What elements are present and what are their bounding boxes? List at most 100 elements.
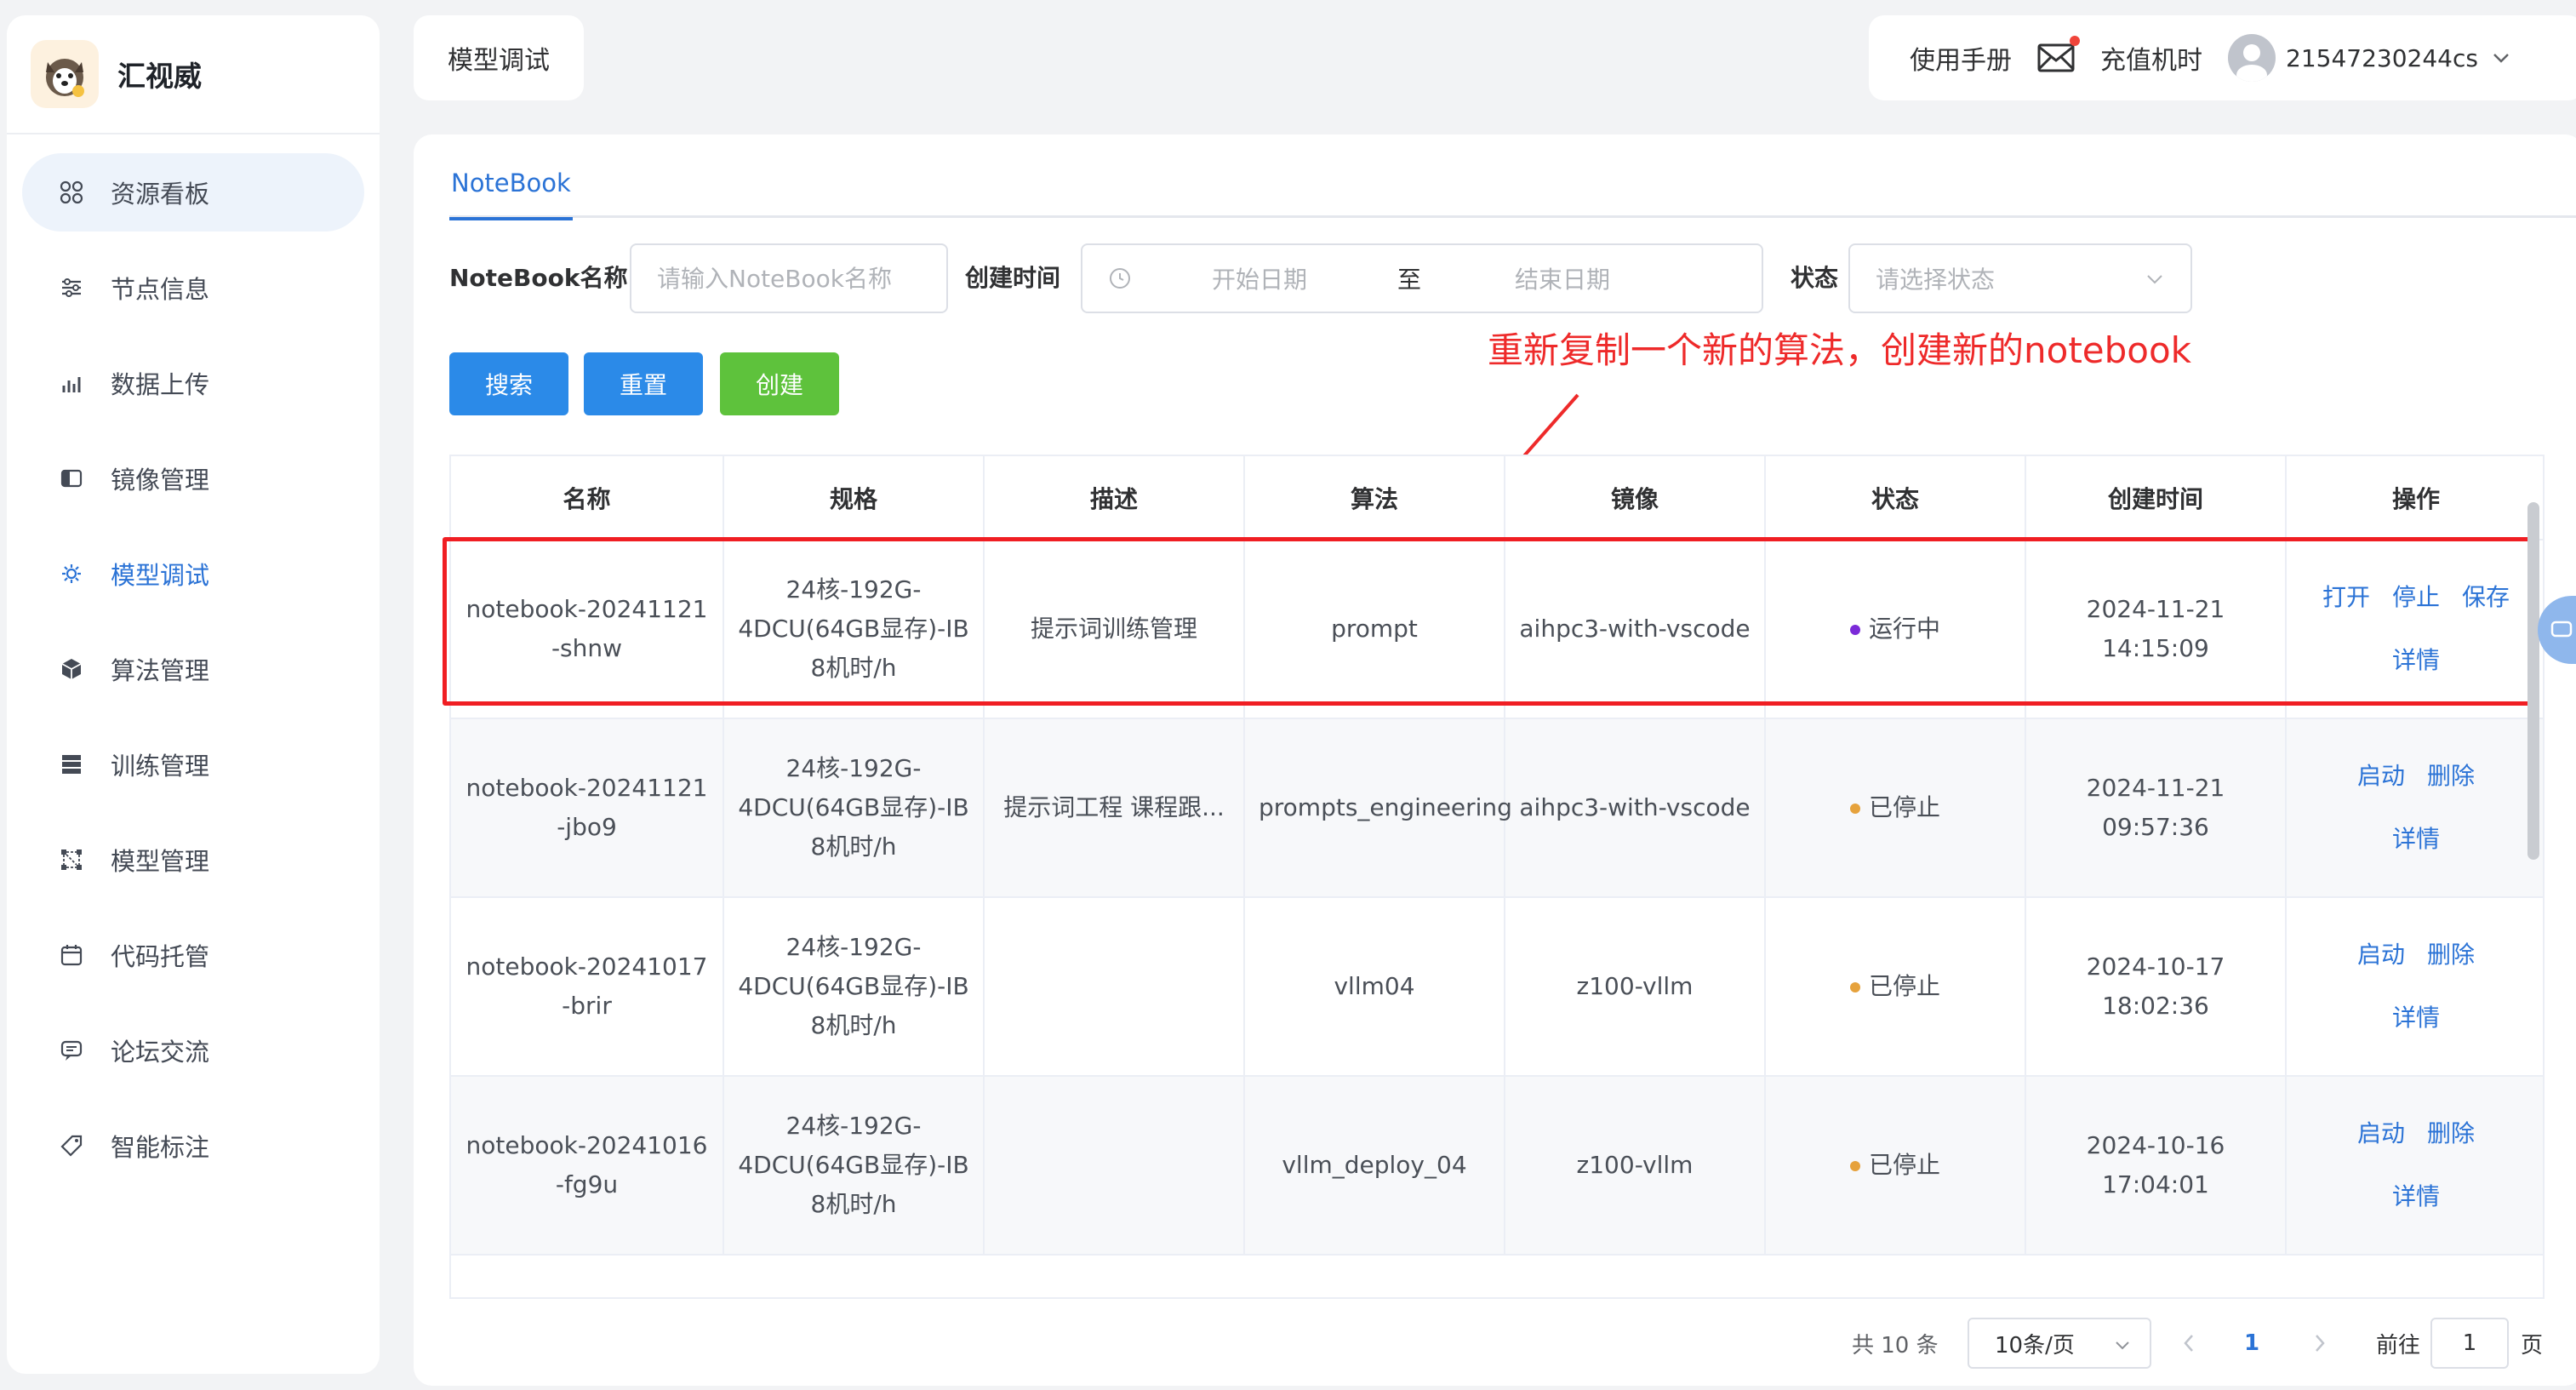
action-link[interactable]: 打开 — [2322, 578, 2370, 617]
column-header: 规格 — [723, 456, 985, 541]
table-scrollbar[interactable] — [2527, 502, 2539, 860]
cell-algorithm: prompt — [1244, 540, 1505, 719]
mail-button[interactable] — [2037, 36, 2080, 75]
action-link[interactable]: 保存 — [2462, 578, 2510, 617]
start-date-input[interactable]: 开始日期 — [1212, 261, 1307, 295]
sidebar-item-2[interactable]: 节点信息 — [22, 249, 364, 327]
sidebar-nav: 资源看板节点信息数据上传镜像管理模型调试算法管理训练管理模型管理代码托管论坛交流… — [7, 134, 380, 1185]
cell-algorithm: vllm_deploy_04 — [1244, 1076, 1505, 1256]
cell-image: aihpc3-with-vscode — [1505, 540, 1766, 719]
chat-icon — [58, 1037, 85, 1064]
cell-desc — [984, 1076, 1245, 1256]
sliders-icon — [58, 274, 85, 301]
column-header: 镜像 — [1505, 456, 1766, 541]
cell-desc: 提示词工程 课程跟... — [984, 718, 1245, 898]
chevron-down-icon[interactable] — [2492, 49, 2510, 67]
action-link[interactable]: 停止 — [2392, 578, 2440, 617]
reset-button[interactable]: 重置 — [584, 352, 703, 415]
page-size-value: 10条/页 — [1995, 1332, 2075, 1359]
status-placeholder: 请选择状态 — [1876, 266, 1996, 294]
sidebar-item-9[interactable]: 代码托管 — [22, 916, 364, 994]
status-dot-icon — [1849, 1161, 1860, 1171]
next-page-button[interactable] — [2303, 1318, 2337, 1369]
pagination-total: 共 10 条 — [1852, 1332, 1939, 1359]
notebook-table: 名称 规格 描述 算法 镜像 状态 创建时间 操作 notebook-20241121-shn… — [449, 455, 2545, 1299]
page-size-select[interactable]: 10条/页 — [1968, 1318, 2151, 1369]
sidebar-item-11[interactable]: 智能标注 — [22, 1107, 364, 1185]
notebook-name-field[interactable] — [630, 243, 948, 313]
recharge-link[interactable]: 充值机时 — [2100, 39, 2202, 77]
cell-image: z100-vllm — [1505, 897, 1766, 1077]
action-link[interactable]: 详情 — [2392, 641, 2440, 680]
sidebar-item-7[interactable]: 训练管理 — [22, 725, 364, 804]
action-link[interactable]: 删除 — [2427, 757, 2475, 796]
image-icon — [58, 465, 85, 492]
status-dot-icon — [1849, 804, 1860, 814]
end-date-input[interactable]: 结束日期 — [1515, 261, 1610, 295]
chevron-down-icon — [2145, 269, 2165, 289]
brand-logo-icon — [31, 40, 99, 108]
cell-actions: 启动 删除详情 — [2286, 1076, 2543, 1256]
breadcrumb-tab[interactable]: 模型调试 — [414, 15, 584, 100]
tab-bar: NoteBook — [449, 169, 2576, 220]
header-toolbar: 使用手册 充值机时 21547230244cs — [1869, 15, 2576, 100]
user-avatar-icon — [2236, 44, 2267, 82]
page-number-current[interactable]: 1 — [2235, 1318, 2269, 1369]
goto-label: 前往 — [2376, 1332, 2421, 1359]
table-row: notebook-20241017-brir 24核-192G-4DCU(64GB… — [451, 897, 2543, 1077]
chat-bubble-icon — [2550, 621, 2573, 638]
sidebar-item-3[interactable]: 数据上传 — [22, 344, 364, 422]
action-link[interactable]: 详情 — [2392, 1177, 2440, 1216]
cell-created-time: 2024-10-17 18:02:36 — [2025, 897, 2287, 1077]
action-link[interactable]: 启动 — [2357, 935, 2405, 975]
status-label: 状态 — [1791, 264, 1839, 292]
notification-dot — [2070, 36, 2080, 46]
create-button[interactable]: 创建 — [720, 352, 839, 415]
sidebar-item-label: 代码托管 — [111, 942, 210, 971]
tab-notebook[interactable]: NoteBook — [449, 169, 573, 220]
action-link[interactable]: 删除 — [2427, 1114, 2475, 1153]
cell-status: 运行中 — [1765, 540, 2026, 719]
action-link[interactable]: 启动 — [2357, 1114, 2405, 1153]
cell-status: 已停止 — [1765, 718, 2026, 898]
sidebar-item-6[interactable]: 算法管理 — [22, 630, 364, 708]
sidebar-item-8[interactable]: 模型管理 — [22, 821, 364, 899]
sidebar-item-5[interactable]: 模型调试 — [22, 535, 364, 613]
action-link[interactable]: 删除 — [2427, 935, 2475, 975]
cell-image: z100-vllm — [1505, 1076, 1766, 1256]
cell-created-time: 2024-11-21 14:15:09 — [2025, 540, 2287, 719]
date-range-picker[interactable]: 开始日期 至 结束日期 — [1081, 243, 1763, 313]
action-link[interactable]: 启动 — [2357, 757, 2405, 796]
tag-icon — [58, 1132, 85, 1159]
username[interactable]: 21547230244cs — [2286, 44, 2478, 72]
column-header: 操作 — [2286, 456, 2543, 541]
brand: 汇视威 — [7, 15, 380, 134]
column-header: 描述 — [984, 456, 1245, 541]
sidebar-item-1[interactable]: 资源看板 — [22, 153, 364, 232]
prev-page-button[interactable] — [2172, 1318, 2206, 1369]
action-link[interactable]: 详情 — [2392, 998, 2440, 1038]
chevron-down-icon — [2114, 1336, 2131, 1353]
server-icon — [58, 751, 85, 778]
created-time-label: 创建时间 — [965, 264, 1061, 292]
sidebar-item-4[interactable]: 镜像管理 — [22, 439, 364, 518]
cell-desc — [984, 897, 1245, 1077]
nodes-icon — [58, 846, 85, 873]
annotation-text: 重新复制一个新的算法，创建新的notebook — [1488, 329, 2191, 371]
manual-link[interactable]: 使用手册 — [1910, 39, 2012, 77]
notebook-name-input[interactable] — [657, 264, 946, 293]
sidebar-item-label: 论坛交流 — [111, 1038, 210, 1067]
main-panel: NoteBook NoteBook名称 创建时间 开始日期 至 结束日期 状态 … — [414, 134, 2576, 1386]
avatar[interactable] — [2228, 34, 2276, 82]
sidebar-item-10[interactable]: 论坛交流 — [22, 1011, 364, 1090]
status-select[interactable]: 请选择状态 — [1848, 243, 2192, 313]
bar-chart-icon — [58, 369, 85, 397]
sidebar-item-label: 训练管理 — [111, 752, 210, 781]
sidebar-item-label: 智能标注 — [111, 1133, 210, 1162]
cell-image: aihpc3-with-vscode — [1505, 718, 1766, 898]
search-button[interactable]: 搜索 — [449, 352, 568, 415]
goto-page-input[interactable]: 1 — [2430, 1318, 2509, 1369]
cell-status: 已停止 — [1765, 1076, 2026, 1256]
cell-created-time: 2024-10-16 17:04:01 — [2025, 1076, 2287, 1256]
action-link[interactable]: 详情 — [2392, 820, 2440, 859]
